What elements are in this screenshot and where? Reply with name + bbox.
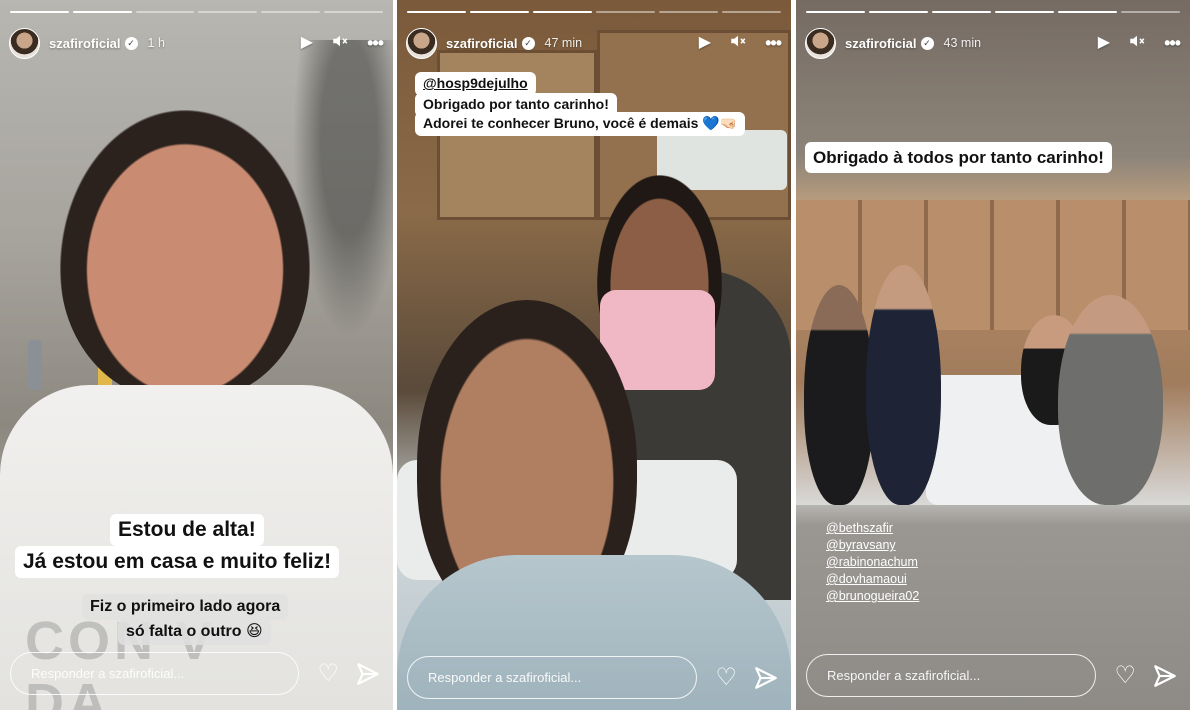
story-header: szafiroficial ✓ 1 h ▶ ••• (9, 26, 384, 60)
caption-line-4: só falta o outro 😆 (118, 619, 271, 645)
mentions-list: @bethszafir @byravsany @rabinonachum @do… (826, 520, 919, 605)
username[interactable]: szafiroficial (845, 36, 917, 51)
story-progress (407, 11, 781, 13)
avatar[interactable] (406, 27, 437, 59)
caption-line-1: Estou de alta! (110, 514, 264, 547)
story-panel-2[interactable]: szafiroficial ✓ 47 min ▶ ••• @hosp9dejul… (397, 0, 791, 710)
like-heart-icon[interactable]: ♡ (1114, 661, 1136, 690)
mention-tag[interactable]: @dovhamaoui (826, 571, 919, 588)
username[interactable]: szafiroficial (446, 36, 518, 51)
story-header: szafiroficial ✓ 47 min ▶ ••• (406, 26, 782, 60)
verified-icon: ✓ (920, 36, 934, 50)
story-progress (806, 11, 1180, 13)
reply-bar: Responder a szafiroficial... ♡ (407, 656, 779, 699)
story-progress (10, 11, 383, 13)
reply-input[interactable]: Responder a szafiroficial... (10, 652, 300, 695)
avatar[interactable] (9, 27, 40, 59)
more-options-icon[interactable]: ••• (367, 34, 384, 52)
mention-tag[interactable]: @rabinonachum (826, 554, 919, 571)
mute-icon[interactable] (1128, 32, 1146, 54)
like-heart-icon[interactable]: ♡ (317, 659, 339, 688)
caption-line-1: Obrigado à todos por tanto carinho! (805, 142, 1112, 174)
play-icon[interactable]: ▶ (699, 35, 711, 51)
post-time: 47 min (544, 36, 583, 50)
story-photo (796, 200, 1190, 505)
stories-row: CON V DA szafiroficial ✓ 1 h ▶ ••• Estou… (0, 0, 1190, 710)
username[interactable]: szafiroficial (49, 36, 121, 51)
mention-tag[interactable]: @bethszafir (826, 520, 919, 537)
reply-bar: Responder a szafiroficial... ♡ (10, 652, 381, 695)
post-time: 43 min (943, 36, 982, 50)
like-heart-icon[interactable]: ♡ (715, 663, 737, 692)
verified-icon: ✓ (124, 36, 138, 50)
reply-bar: Responder a szafiroficial... ♡ (806, 654, 1178, 697)
post-time: 1 h (147, 36, 165, 50)
caption-line-3: Fiz o primeiro lado agora (82, 594, 289, 620)
send-icon[interactable] (753, 665, 779, 691)
verified-icon: ✓ (521, 36, 535, 50)
caption-line-2: Já estou em casa e muito feliz! (15, 546, 340, 579)
play-icon[interactable]: ▶ (301, 35, 313, 51)
story-header: szafiroficial ✓ 43 min ▶ ••• (805, 26, 1181, 60)
mention-tag[interactable]: @hosp9dejulho (415, 72, 536, 96)
mute-icon[interactable] (729, 32, 747, 54)
more-options-icon[interactable]: ••• (1164, 34, 1181, 52)
play-icon[interactable]: ▶ (1098, 35, 1110, 51)
reply-input[interactable]: Responder a szafiroficial... (407, 656, 698, 699)
caption-line-2: Adorei te conhecer Bruno, você é demais … (415, 112, 746, 136)
story-panel-3[interactable]: szafiroficial ✓ 43 min ▶ ••• Obrigado à … (796, 0, 1190, 710)
avatar[interactable] (805, 27, 836, 59)
send-icon[interactable] (355, 661, 381, 687)
mute-icon[interactable] (331, 32, 349, 54)
mention-tag[interactable]: @brunogueira02 (826, 588, 919, 605)
reply-input[interactable]: Responder a szafiroficial... (806, 654, 1097, 697)
story-panel-1[interactable]: CON V DA szafiroficial ✓ 1 h ▶ ••• Estou… (0, 0, 393, 710)
more-options-icon[interactable]: ••• (765, 34, 782, 52)
mention-tag[interactable]: @byravsany (826, 537, 919, 554)
send-icon[interactable] (1152, 663, 1178, 689)
